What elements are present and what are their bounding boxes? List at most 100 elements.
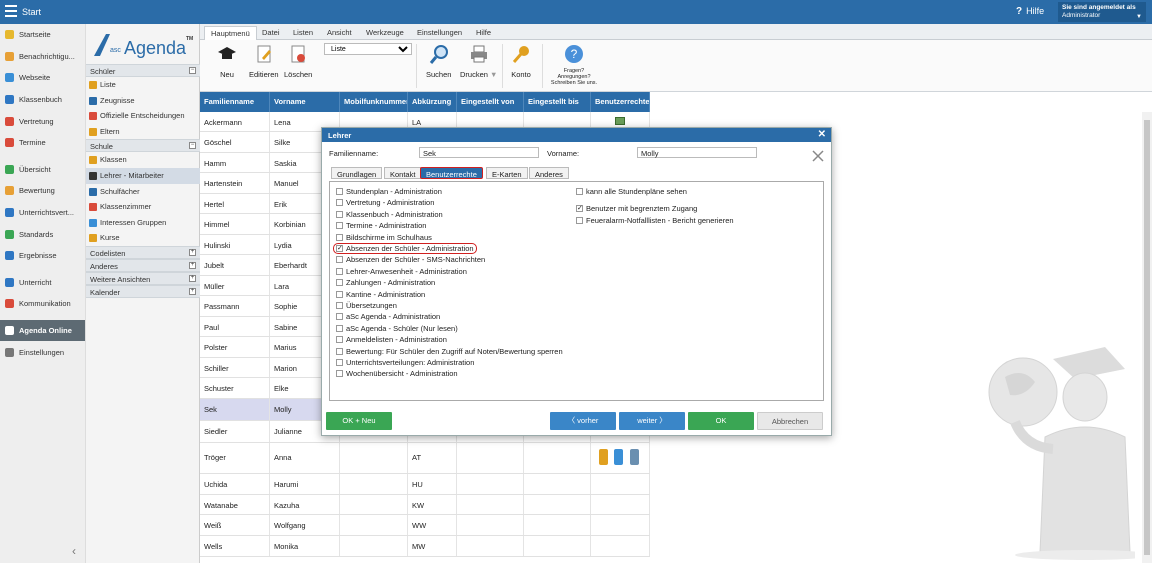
checkbox-icon[interactable] bbox=[336, 199, 343, 207]
right-checkbox-bildschirme-im-schulhaus[interactable]: Bildschirme im Schulhaus bbox=[336, 232, 432, 243]
account-button[interactable]: Konto bbox=[511, 44, 531, 79]
expand-icon[interactable]: + bbox=[189, 287, 196, 295]
nav-item-ergebnisse[interactable]: Ergebnisse bbox=[0, 245, 85, 267]
menu-tab-hilfe[interactable]: Hilfe bbox=[470, 26, 497, 40]
column-header-vorname[interactable]: Vorname bbox=[270, 92, 340, 112]
checkbox-icon[interactable] bbox=[336, 210, 343, 218]
dialog-tab-e-karten[interactable]: E-Karten bbox=[486, 167, 528, 179]
checkbox-icon[interactable] bbox=[336, 233, 343, 241]
user-menu[interactable]: Sie sind angemeldet als Administrator ▼ bbox=[1058, 2, 1146, 22]
nav-item-unterrichtsvert[interactable]: Unterrichtsvert... bbox=[0, 202, 85, 224]
previous-button[interactable]: 〈 vorher bbox=[550, 412, 616, 430]
column-header-eingestellt-bis[interactable]: Eingestellt bis bbox=[524, 92, 591, 112]
checkbox-icon[interactable] bbox=[336, 267, 343, 275]
nav-item-bewertung[interactable]: Bewertung bbox=[0, 180, 85, 202]
right-checkbox-zahlungen-administration[interactable]: Zahlungen - Administration bbox=[336, 277, 435, 288]
cancel-button[interactable]: Abbrechen bbox=[757, 412, 823, 430]
dialog-tab-grundlagen[interactable]: Grundlagen bbox=[331, 167, 383, 179]
nav-item-einstellungen[interactable]: Einstellungen bbox=[0, 341, 85, 363]
checkbox-icon[interactable] bbox=[336, 188, 343, 195]
right-checkbox-absenzen-der-schu-ler-administration[interactable]: ✓ Absenzen der Schüler - Administration bbox=[333, 243, 477, 254]
new-button[interactable]: Neu bbox=[217, 44, 237, 79]
column-header-abku-rzung[interactable]: Abkürzung bbox=[408, 92, 457, 112]
table-row[interactable]: Weiß Wolfgang WW bbox=[200, 515, 650, 536]
right-checkbox-kann-alle-stundenpla-ne-sehen[interactable]: kann alle Stundenpläne sehen bbox=[576, 186, 687, 197]
table-row[interactable]: Watanabe Kazuha KW bbox=[200, 495, 650, 515]
right-checkbox-wochenu-bersicht-administration[interactable]: Wochenübersicht - Administration bbox=[336, 368, 458, 379]
subnav-item-zeugnisse[interactable]: Zeugnisse bbox=[86, 93, 200, 109]
checkbox-icon[interactable] bbox=[336, 359, 343, 366]
right-checkbox-unterrichtsverteilungen-administration[interactable]: Unterrichtsverteilungen: Administration bbox=[336, 357, 474, 368]
start-link[interactable]: Start bbox=[22, 7, 41, 17]
right-checkbox-bewertung-fu-r-schu-ler-den-zugriff-auf-[interactable]: Bewertung: Für Schüler den Zugriff auf N… bbox=[336, 346, 563, 357]
menu-tab-listen[interactable]: Listen bbox=[287, 26, 319, 40]
right-checkbox-asc-agenda-schu-ler-nur-lesen[interactable]: aSc Agenda - Schüler (Nur lesen) bbox=[336, 323, 458, 334]
ok-button[interactable]: OK bbox=[688, 412, 754, 430]
scrollbar-thumb[interactable] bbox=[1144, 120, 1150, 555]
expand-icon[interactable]: + bbox=[189, 248, 196, 256]
table-row[interactable]: Tröger Anna AT bbox=[200, 443, 650, 474]
expand-icon[interactable]: + bbox=[189, 274, 196, 282]
ok-new-button[interactable]: OK + Neu bbox=[326, 412, 392, 430]
subnav-item-interessen-gruppen[interactable]: Interessen Gruppen bbox=[86, 215, 200, 231]
checkbox-icon[interactable] bbox=[336, 324, 343, 332]
checkbox-icon[interactable] bbox=[336, 347, 343, 355]
tools-icon[interactable] bbox=[812, 150, 824, 162]
right-checkbox-klassenbuch-administration[interactable]: Klassenbuch - Administration bbox=[336, 209, 443, 220]
collapse-nav-icon[interactable]: ‹ bbox=[72, 544, 76, 558]
expand-icon[interactable]: + bbox=[189, 261, 196, 269]
subnav-item-kurse[interactable]: Kurse bbox=[86, 230, 200, 246]
collapse-icon[interactable]: − bbox=[189, 142, 196, 150]
section-head-schueler[interactable]: Schüler − bbox=[86, 64, 200, 77]
checkbox-icon[interactable] bbox=[336, 313, 343, 321]
collapse-icon[interactable]: − bbox=[189, 67, 196, 74]
subnav-item-klassen[interactable]: Klassen bbox=[86, 152, 200, 168]
close-icon[interactable]: ✕ bbox=[818, 129, 826, 140]
subnav-item-schulfa-cher[interactable]: Schulfächer bbox=[86, 184, 200, 200]
nav-item-kommunikation[interactable]: Kommunikation bbox=[0, 293, 85, 315]
right-checkbox-u-bersetzungen[interactable]: Übersetzungen bbox=[336, 300, 397, 311]
nav-item-startseite[interactable]: Startseite bbox=[0, 24, 85, 46]
nav-item-u-bersicht[interactable]: Übersicht bbox=[0, 159, 85, 181]
firstname-field[interactable]: Molly bbox=[637, 147, 757, 158]
right-checkbox-vertretung-administration[interactable]: Vertretung - Administration bbox=[336, 197, 434, 208]
edit-button[interactable]: Editieren bbox=[249, 44, 279, 79]
user-edit-icon[interactable] bbox=[614, 449, 623, 465]
menu-tab-ansicht[interactable]: Ansicht bbox=[321, 26, 358, 40]
right-checkbox-termine-administration[interactable]: Termine - Administration bbox=[336, 220, 426, 231]
nav-item-agenda-online[interactable]: Agenda Online bbox=[0, 319, 85, 342]
column-header-eingestellt-von[interactable]: Eingestellt von bbox=[457, 92, 524, 112]
vertical-scrollbar[interactable] bbox=[1142, 112, 1152, 563]
column-header-benutzerrechte[interactable]: Benutzerrechte bbox=[591, 92, 650, 112]
print-dropdown-icon[interactable]: ▼ bbox=[490, 70, 497, 79]
nav-item-klassenbuch[interactable]: Klassenbuch bbox=[0, 89, 85, 111]
subnav-item-eltern[interactable]: Eltern bbox=[86, 124, 200, 140]
subnav-item-klassenzimmer[interactable]: Klassenzimmer bbox=[86, 199, 200, 215]
right-checkbox-asc-agenda-administration[interactable]: aSc Agenda - Administration bbox=[336, 311, 440, 322]
right-checkbox-absenzen-der-schu-ler-sms-nachrichten[interactable]: Absenzen der Schüler - SMS-Nachrichten bbox=[336, 254, 485, 265]
next-button[interactable]: weiter 〉 bbox=[619, 412, 685, 430]
checkbox-icon[interactable] bbox=[336, 256, 343, 264]
right-checkbox-benutzer-mit-begrenztem-zugang[interactable]: ✓ Benutzer mit begrenztem Zugang bbox=[576, 203, 697, 214]
right-checkbox-lehrer-anwesenheit-administration[interactable]: Lehrer-Anwesenheit - Administration bbox=[336, 266, 467, 277]
checkbox-icon[interactable]: ✓ bbox=[336, 245, 343, 252]
section-head-weitere-ansichten[interactable]: Weitere Ansichten + bbox=[86, 271, 200, 285]
view-select[interactable]: Liste bbox=[324, 43, 412, 55]
search-button[interactable]: Suchen bbox=[426, 44, 451, 79]
right-checkbox-feueralarm-notfalllisten-bericht-generie[interactable]: Feueralarm-Notfalllisten - Bericht gener… bbox=[576, 215, 734, 226]
right-checkbox-stundenplan-administration[interactable]: Stundenplan - Administration bbox=[336, 186, 442, 197]
nav-item-benachrichtigu[interactable]: Benachrichtigu... bbox=[0, 46, 85, 68]
user-rights-icon[interactable] bbox=[599, 449, 608, 465]
print-button[interactable]: Drucken ▼ bbox=[460, 44, 497, 79]
menu-tab-einstellungen[interactable]: Einstellungen bbox=[411, 26, 468, 40]
nav-item-vertretung[interactable]: Vertretung bbox=[0, 110, 85, 132]
user-time-icon[interactable] bbox=[630, 449, 639, 465]
nav-item-standards[interactable]: Standards bbox=[0, 223, 85, 245]
checkbox-icon[interactable] bbox=[336, 302, 343, 309]
menu-tab-datei[interactable]: Datei bbox=[256, 26, 286, 40]
dialog-tab-anderes[interactable]: Anderes bbox=[529, 167, 569, 179]
checkbox-icon[interactable] bbox=[336, 279, 343, 287]
table-row[interactable]: Wells Monika MW bbox=[200, 536, 650, 557]
feedback-button[interactable]: ? Fragen? Anregungen? Schreiben Sie uns. bbox=[550, 44, 598, 86]
column-header-mobilfunknummer[interactable]: Mobilfunknummer bbox=[340, 92, 408, 112]
